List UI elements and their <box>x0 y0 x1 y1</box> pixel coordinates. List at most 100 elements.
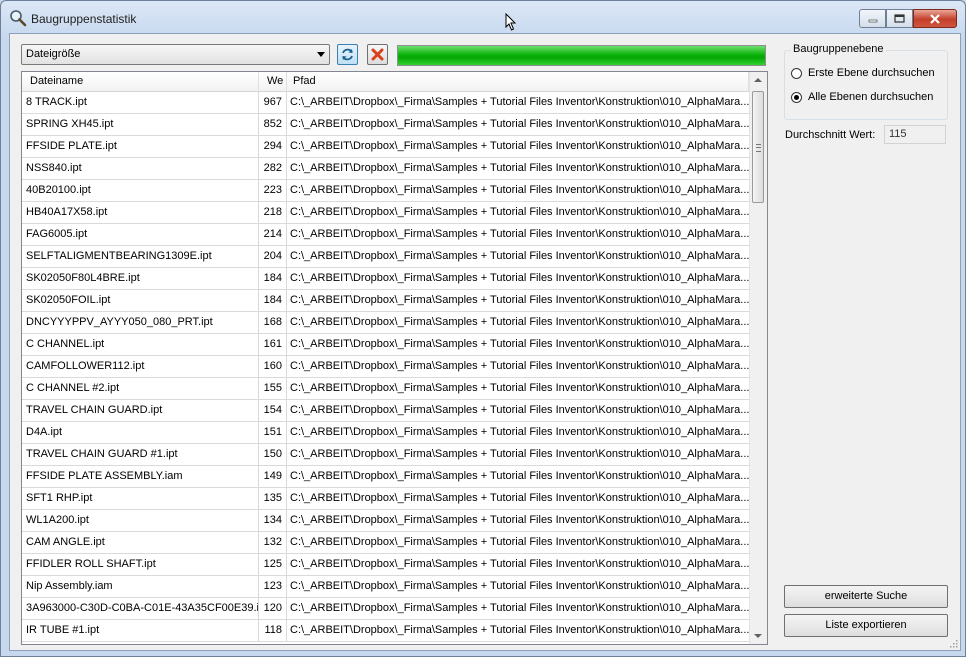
cell-wert: 125 <box>259 554 287 575</box>
table-row[interactable]: SELFTALIGMENTBEARING1309E.ipt 204 C:\_ARBE… <box>22 246 749 268</box>
table-row[interactable]: IR TUBE #1.ipt 118 C:\_ARBEIT\Dropbox\_Fir… <box>22 620 749 642</box>
cell-dateiname: 40B20100.ipt <box>22 180 259 201</box>
radio-first-level-label[interactable]: Erste Ebene durchsuchen <box>808 67 935 79</box>
table-row[interactable]: D4A.ipt 151 C:\_ARBEIT\Dropbox\_Firma\Samp… <box>22 422 749 444</box>
cell-wert: 135 <box>259 488 287 509</box>
cell-dateiname: 8 TRACK.ipt <box>22 92 259 113</box>
cell-pfad: C:\_ARBEIT\Dropbox\_Firma\Samples + Tuto… <box>290 536 749 548</box>
table-row[interactable]: NSS840.ipt 282 C:\_ARBEIT\Dropbox\_Firma\S… <box>22 158 749 180</box>
cell-wert: 168 <box>259 312 287 333</box>
progress-fill <box>398 46 765 65</box>
combo-selected-value: Dateigröße <box>26 48 81 60</box>
close-icon <box>930 13 940 24</box>
cell-wert: 294 <box>259 136 287 157</box>
table-row[interactable]: CAM ANGLE.ipt 132 C:\_ARBEIT\Dropbox\_Firm… <box>22 532 749 554</box>
progress-bar <box>397 45 766 66</box>
cell-dateiname: SK02050F80L4BRE.ipt <box>22 268 259 289</box>
file-table: Dateiname We Pfad 8 TRACK.ipt 967 C:\_ARBE… <box>21 71 768 645</box>
cell-wert: 123 <box>259 576 287 597</box>
cell-wert: 132 <box>259 532 287 553</box>
grip-icon <box>756 144 761 152</box>
table-row[interactable]: FFSIDE PLATE ASSEMBLY.iam 149 C:\_ARBEIT\D… <box>22 466 749 488</box>
table-row[interactable]: SK02050F80L4BRE.ipt 184 C:\_ARBEIT\Dropbox… <box>22 268 749 290</box>
close-button[interactable] <box>913 9 957 28</box>
window-title: Baugruppenstatistik <box>31 12 137 26</box>
cell-pfad: C:\_ARBEIT\Dropbox\_Firma\Samples + Tuto… <box>290 558 749 570</box>
table-header: Dateiname We Pfad <box>22 72 749 92</box>
table-row[interactable]: SFT1 RHP.ipt 135 C:\_ARBEIT\Dropbox\_Firma… <box>22 488 749 510</box>
scroll-thumb[interactable] <box>752 91 764 203</box>
cell-dateiname: SK02050FOIL.ipt <box>22 290 259 311</box>
scroll-down-arrow-icon[interactable] <box>754 634 762 638</box>
cell-pfad: C:\_ARBEIT\Dropbox\_Firma\Samples + Tuto… <box>290 492 749 504</box>
minimize-button[interactable] <box>859 9 886 28</box>
table-row[interactable]: DNCYYYPPV_AYYY050_080_PRT.ipt 168 C:\_ARBE… <box>22 312 749 334</box>
table-row[interactable]: C CHANNEL #2.ipt 155 C:\_ARBEIT\Dropbox\_F… <box>22 378 749 400</box>
radio-all-levels[interactable] <box>791 92 802 103</box>
vertical-scrollbar[interactable] <box>749 72 767 644</box>
cell-pfad: C:\_ARBEIT\Dropbox\_Firma\Samples + Tuto… <box>290 184 749 196</box>
cell-wert: 161 <box>259 334 287 355</box>
cell-dateiname: CAMFOLLOWER112.ipt <box>22 356 259 377</box>
scroll-up-arrow-icon[interactable] <box>754 78 762 82</box>
table-row[interactable]: SPRING XH45.ipt 852 C:\_ARBEIT\Dropbox\_Fi… <box>22 114 749 136</box>
cell-dateiname: TRAVEL CHAIN GUARD #1.ipt <box>22 444 259 465</box>
table-row[interactable]: 3A963000-C30D-C0BA-C01E-43A35CF00E39.ipt… <box>22 598 749 620</box>
cell-dateiname: SPRING XH45.ipt <box>22 114 259 135</box>
table-row[interactable]: 8 TRACK.ipt 967 C:\_ARBEIT\Dropbox\_Firma\… <box>22 92 749 114</box>
table-row[interactable]: CAMFOLLOWER112.ipt 160 C:\_ARBEIT\Dropbox\… <box>22 356 749 378</box>
mouse-cursor-icon <box>505 13 517 31</box>
statistic-type-combo[interactable]: Dateigröße <box>21 44 330 65</box>
cell-pfad: C:\_ARBEIT\Dropbox\_Firma\Samples + Tuto… <box>290 338 749 350</box>
cell-pfad: C:\_ARBEIT\Dropbox\_Firma\Samples + Tuto… <box>290 294 749 306</box>
client-area: Dateigröße Dateiname We Pfad 8 TRACK.ipt… <box>9 33 961 651</box>
window-controls <box>859 9 957 28</box>
table-row[interactable]: Nip Assembly.iam 123 C:\_ARBEIT\Dropbox\_F… <box>22 576 749 598</box>
cell-wert: 134 <box>259 510 287 531</box>
column-header-wert[interactable]: We <box>259 72 287 91</box>
refresh-button[interactable] <box>337 44 358 65</box>
cell-wert: 282 <box>259 158 287 179</box>
magnifier-icon <box>10 10 27 27</box>
minimize-icon <box>868 19 877 22</box>
cell-dateiname: Nip Assembly.iam <box>22 576 259 597</box>
table-row[interactable]: FFIDLER ROLL SHAFT.ipt 125 C:\_ARBEIT\Drop… <box>22 554 749 576</box>
column-header-pfad[interactable]: Pfad <box>287 72 749 91</box>
average-label: Durchschnitt Wert: <box>785 129 876 141</box>
table-row[interactable]: FFSIDE PLATE.ipt 294 C:\_ARBEIT\Dropbox\_F… <box>22 136 749 158</box>
resize-grip-icon[interactable] <box>948 638 958 648</box>
table-row[interactable]: 40B20100.ipt 223 C:\_ARBEIT\Dropbox\_Firma… <box>22 180 749 202</box>
radio-all-levels-label[interactable]: Alle Ebenen durchsuchen <box>808 91 933 103</box>
radio-first-level[interactable] <box>791 68 802 79</box>
cell-pfad: C:\_ARBEIT\Dropbox\_Firma\Samples + Tuto… <box>290 514 749 526</box>
cell-dateiname: DNCYYYPPV_AYYY050_080_PRT.ipt <box>22 312 259 333</box>
cell-pfad: C:\_ARBEIT\Dropbox\_Firma\Samples + Tuto… <box>290 580 749 592</box>
table-row[interactable]: FAG6005.ipt 214 C:\_ARBEIT\Dropbox\_Firma\… <box>22 224 749 246</box>
cell-pfad: C:\_ARBEIT\Dropbox\_Firma\Samples + Tuto… <box>290 602 749 614</box>
table-row[interactable]: TRAVEL CHAIN GUARD.ipt 154 C:\_ARBEIT\Drop… <box>22 400 749 422</box>
cell-wert: 223 <box>259 180 287 201</box>
cell-pfad: C:\_ARBEIT\Dropbox\_Firma\Samples + Tuto… <box>290 360 749 372</box>
table-row[interactable]: TRAVEL CHAIN GUARD #1.ipt 150 C:\_ARBEIT\D… <box>22 444 749 466</box>
title-bar[interactable]: Baugruppenstatistik <box>1 1 965 35</box>
cell-wert: 154 <box>259 400 287 421</box>
cell-wert: 150 <box>259 444 287 465</box>
cell-dateiname: SFT1 RHP.ipt <box>22 488 259 509</box>
cell-pfad: C:\_ARBEIT\Dropbox\_Firma\Samples + Tuto… <box>290 404 749 416</box>
table-row[interactable]: C CHANNEL.ipt 161 C:\_ARBEIT\Dropbox\_Firm… <box>22 334 749 356</box>
cell-dateiname: D4A.ipt <box>22 422 259 443</box>
cancel-button[interactable] <box>367 44 388 65</box>
cell-wert: 151 <box>259 422 287 443</box>
cell-dateiname: FFSIDE PLATE.ipt <box>22 136 259 157</box>
cell-dateiname: WL1A200.ipt <box>22 510 259 531</box>
table-row[interactable]: SK02050FOIL.ipt 184 C:\_ARBEIT\Dropbox\_Fi… <box>22 290 749 312</box>
table-row[interactable]: WL1A200.ipt 134 C:\_ARBEIT\Dropbox\_Firma\… <box>22 510 749 532</box>
advanced-search-button[interactable]: erweiterte Suche <box>784 585 948 608</box>
maximize-button[interactable] <box>886 9 913 28</box>
cell-dateiname: 3A963000-C30D-C0BA-C01E-43A35CF00E39.ipt <box>22 598 259 619</box>
cell-pfad: C:\_ARBEIT\Dropbox\_Firma\Samples + Tuto… <box>290 470 749 482</box>
column-header-dateiname[interactable]: Dateiname <box>22 72 259 91</box>
export-list-button[interactable]: Liste exportieren <box>784 614 948 637</box>
table-row[interactable]: HB40A17X58.ipt 218 C:\_ARBEIT\Dropbox\_Fir… <box>22 202 749 224</box>
cell-wert: 967 <box>259 92 287 113</box>
